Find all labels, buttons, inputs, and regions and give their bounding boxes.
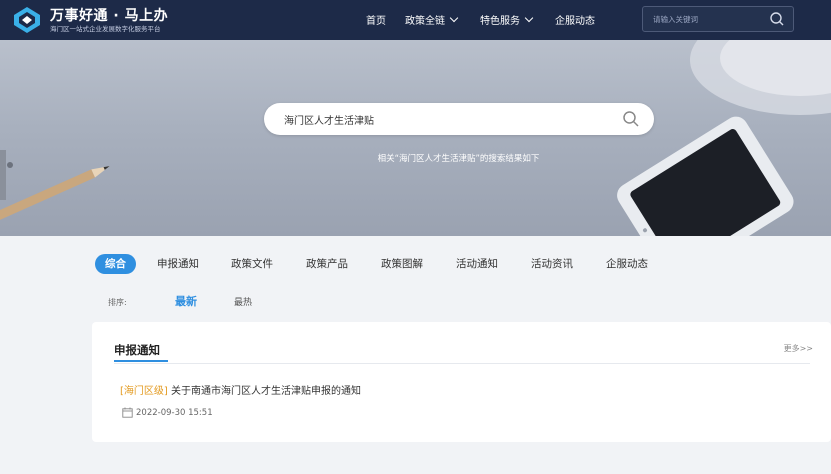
card-title-underline xyxy=(114,360,168,362)
main-search-input[interactable] xyxy=(284,109,604,129)
header-search-box xyxy=(642,6,794,32)
top-header: 万事好通 · 马上办 海门区一站式企业发展数字化服务平台 首页 政策全链 特色服… xyxy=(0,0,831,40)
nav-home-label: 首页 xyxy=(366,16,386,27)
calendar-icon xyxy=(122,407,133,418)
tab-policy-illustrations[interactable]: 政策图解 xyxy=(381,254,423,274)
nav-special-services-label: 特色服务 xyxy=(480,16,520,27)
card-title: 申报通知 xyxy=(114,343,160,357)
nav-policy-chain[interactable]: 政策全链 xyxy=(405,12,459,27)
desk-background-illustration xyxy=(0,40,831,236)
sort-hottest[interactable]: 最热 xyxy=(234,295,252,308)
search-icon[interactable] xyxy=(622,110,640,128)
nav-home[interactable]: 首页 xyxy=(366,12,386,27)
item-title[interactable]: 关于南通市海门区人才生活津贴申报的通知 xyxy=(171,386,361,397)
tab-comprehensive[interactable]: 综合 xyxy=(95,254,136,274)
tab-activity-notice[interactable]: 活动通知 xyxy=(456,254,498,274)
list-item[interactable]: [海门区级] 关于南通市海门区人才生活津贴申报的通知 xyxy=(120,382,361,397)
nav-enterprise-news[interactable]: 企服动态 xyxy=(555,12,595,27)
brand-logo-icon[interactable] xyxy=(12,5,42,35)
nav-enterprise-news-label: 企服动态 xyxy=(555,16,595,27)
sort-latest[interactable]: 最新 xyxy=(175,293,197,309)
tab-activity-news[interactable]: 活动资讯 xyxy=(531,254,573,274)
tab-application-notice[interactable]: 申报通知 xyxy=(157,254,199,274)
card-divider xyxy=(114,363,810,364)
sort-label: 排序: xyxy=(108,298,127,307)
brand-subtitle: 海门区一站式企业发展数字化服务平台 xyxy=(50,25,161,33)
main-search-box xyxy=(264,103,654,135)
item-date-row: 2022-09-30 15:51 xyxy=(122,407,213,418)
more-link[interactable]: 更多>> xyxy=(784,343,813,354)
header-search-input[interactable] xyxy=(653,11,763,28)
tab-enterprise-news[interactable]: 企服动态 xyxy=(606,254,648,274)
search-icon[interactable] xyxy=(769,11,785,27)
tab-policy-products[interactable]: 政策产品 xyxy=(306,254,348,274)
brand-title: 万事好通 · 马上办 xyxy=(50,8,169,24)
results-card: 申报通知 更多>> [海门区级] 关于南通市海门区人才生活津贴申报的通知 202… xyxy=(92,322,831,442)
item-tag: [海门区级] xyxy=(120,386,168,397)
item-date: 2022-09-30 15:51 xyxy=(136,407,213,418)
nav-policy-chain-label: 政策全链 xyxy=(405,16,445,27)
chevron-down-icon xyxy=(524,13,534,23)
search-result-hint: 相关“海门区人才生活津贴”的搜索结果如下 xyxy=(377,154,540,164)
hero-banner: 相关“海门区人才生活津贴”的搜索结果如下 xyxy=(0,40,831,236)
nav-special-services[interactable]: 特色服务 xyxy=(480,12,534,27)
tab-policy-documents[interactable]: 政策文件 xyxy=(231,254,273,274)
chevron-down-icon xyxy=(449,13,459,23)
